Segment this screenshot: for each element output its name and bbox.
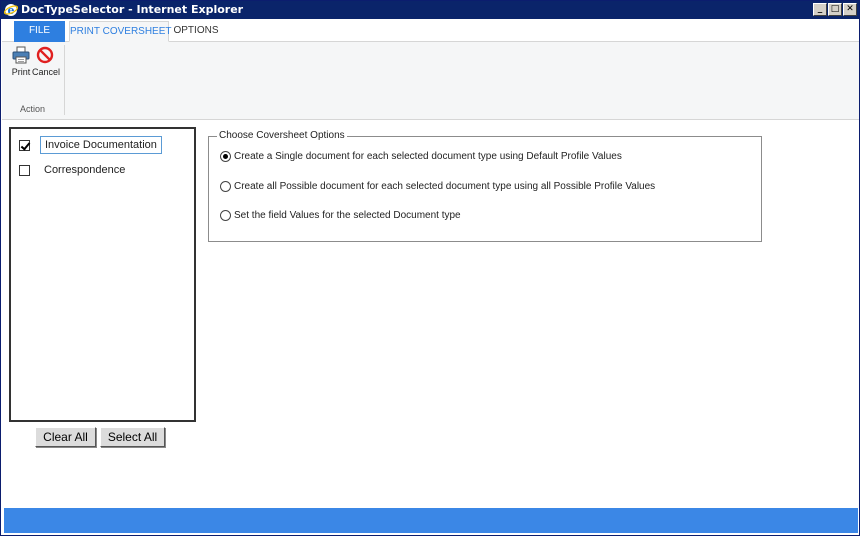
ribbon-group-divider (64, 45, 65, 115)
browser-window: e DocTypeSelector - Internet Explorer _ … (0, 0, 860, 536)
option-label: Create a Single document for each select… (234, 150, 622, 162)
option-label: Set the field Values for the selected Do… (234, 209, 461, 221)
option-single-document[interactable]: Create a Single document for each select… (220, 149, 622, 163)
title-bar[interactable]: e DocTypeSelector - Internet Explorer _ … (1, 1, 859, 19)
printer-icon (12, 46, 30, 64)
tab-file[interactable]: FILE (14, 21, 65, 42)
minimize-button[interactable]: _ (813, 3, 827, 16)
ribbon-panel: Print Cancel Action (2, 42, 859, 120)
cancel-button[interactable]: Cancel (32, 46, 61, 77)
print-label: Print (11, 67, 31, 77)
clear-all-button[interactable]: Clear All (35, 427, 96, 447)
option-all-possible-documents[interactable]: Create all Possible document for each se… (220, 179, 655, 193)
cancel-icon (36, 46, 54, 64)
option-label: Create all Possible document for each se… (234, 180, 656, 192)
list-item-label: Correspondence (44, 164, 126, 176)
close-button[interactable]: ✕ (843, 3, 857, 16)
correspondence-checkbox[interactable] (19, 164, 30, 176)
window-title: DocTypeSelector - Internet Explorer (21, 3, 244, 16)
maximize-button[interactable]: □ (828, 3, 842, 16)
action-group-label: Action (20, 104, 46, 114)
status-bar (4, 508, 858, 533)
print-button[interactable]: Print (8, 46, 34, 77)
ribbon-tabstrip: FILE PRINT COVERSHEET OPTIONS (2, 19, 859, 42)
cancel-label: Cancel (32, 67, 61, 77)
select-all-button[interactable]: Select All (100, 427, 165, 447)
invoice-documentation-checkbox[interactable] (19, 139, 30, 151)
list-item-correspondence[interactable]: Correspondence (19, 160, 129, 180)
document-type-list[interactable]: Invoice Documentation Correspondence (9, 127, 196, 422)
coversheet-options-legend: Choose Coversheet Options (217, 130, 347, 141)
option-set-field-values[interactable]: Set the field Values for the selected Do… (220, 208, 461, 222)
set-field-values-radio[interactable] (220, 209, 231, 221)
tab-print-coversheet[interactable]: PRINT COVERSHEET (69, 21, 172, 42)
list-item-invoice-documentation[interactable]: Invoice Documentation (19, 135, 162, 155)
list-item-label: Invoice Documentation (40, 136, 162, 154)
tab-options[interactable]: OPTIONS (170, 21, 222, 42)
all-possible-documents-radio[interactable] (220, 180, 231, 192)
internet-explorer-icon: e (4, 4, 18, 17)
single-document-radio[interactable] (220, 150, 231, 162)
